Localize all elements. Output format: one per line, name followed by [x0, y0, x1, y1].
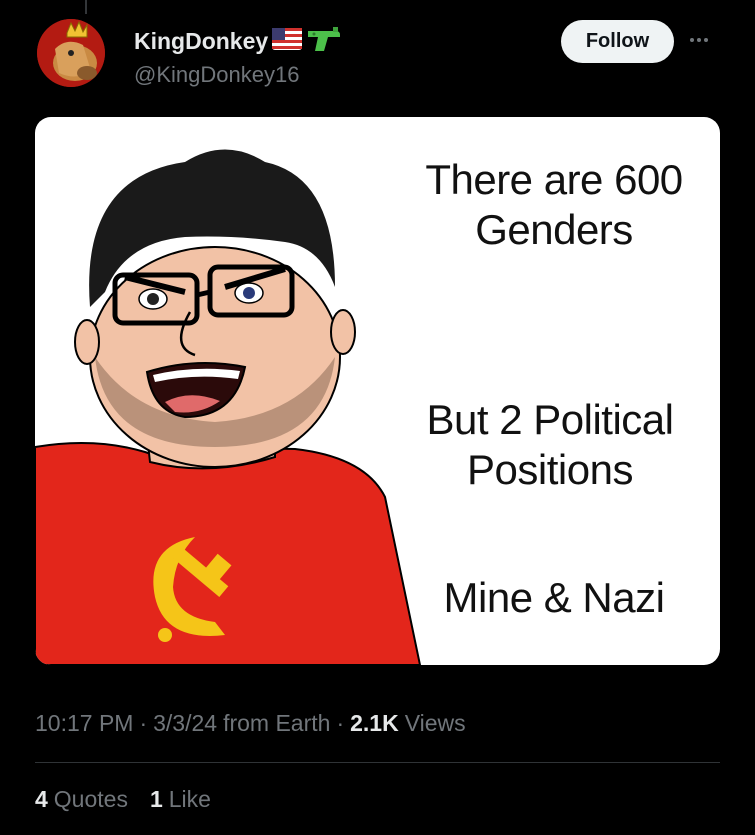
views-label: Views: [404, 710, 466, 736]
post-image[interactable]: There are 600 Genders But 2 Political Po…: [35, 117, 720, 665]
image-text-line-3: Mine & Nazi: [443, 574, 665, 621]
post-time[interactable]: 10:17 PM: [35, 710, 133, 737]
quotes-label[interactable]: Quotes: [54, 786, 128, 813]
thread-connector: [85, 0, 87, 14]
post-source: from Earth: [223, 710, 331, 736]
quotes-count[interactable]: 4: [35, 786, 48, 813]
display-name[interactable]: KingDonkey: [134, 28, 268, 55]
avatar-image: [37, 19, 105, 87]
post-metadata: 10:17 PM · 3/3/24 from Earth · 2.1K View…: [35, 710, 466, 737]
more-options-icon[interactable]: [690, 30, 716, 50]
separator: ·: [139, 710, 148, 736]
author-name-row: KingDonkey: [134, 24, 342, 58]
avatar[interactable]: [37, 19, 105, 87]
post-date[interactable]: 3/3/24: [153, 710, 217, 737]
follow-button[interactable]: Follow: [561, 20, 674, 63]
us-flag-icon: [272, 27, 303, 55]
image-text-line-1: There are 600 Genders: [425, 156, 683, 253]
likes-count[interactable]: 1: [150, 786, 163, 813]
water-pistol-icon: [306, 25, 342, 58]
engagement-stats: 4 Quotes 1 Like: [35, 786, 211, 813]
separator: ·: [336, 710, 345, 736]
views-count: 2.1K: [350, 710, 399, 736]
likes-label[interactable]: Like: [169, 786, 211, 813]
author-handle[interactable]: @KingDonkey16: [134, 62, 299, 88]
image-text-line-2: But 2 Political Positions: [426, 396, 674, 493]
divider: [35, 762, 720, 763]
